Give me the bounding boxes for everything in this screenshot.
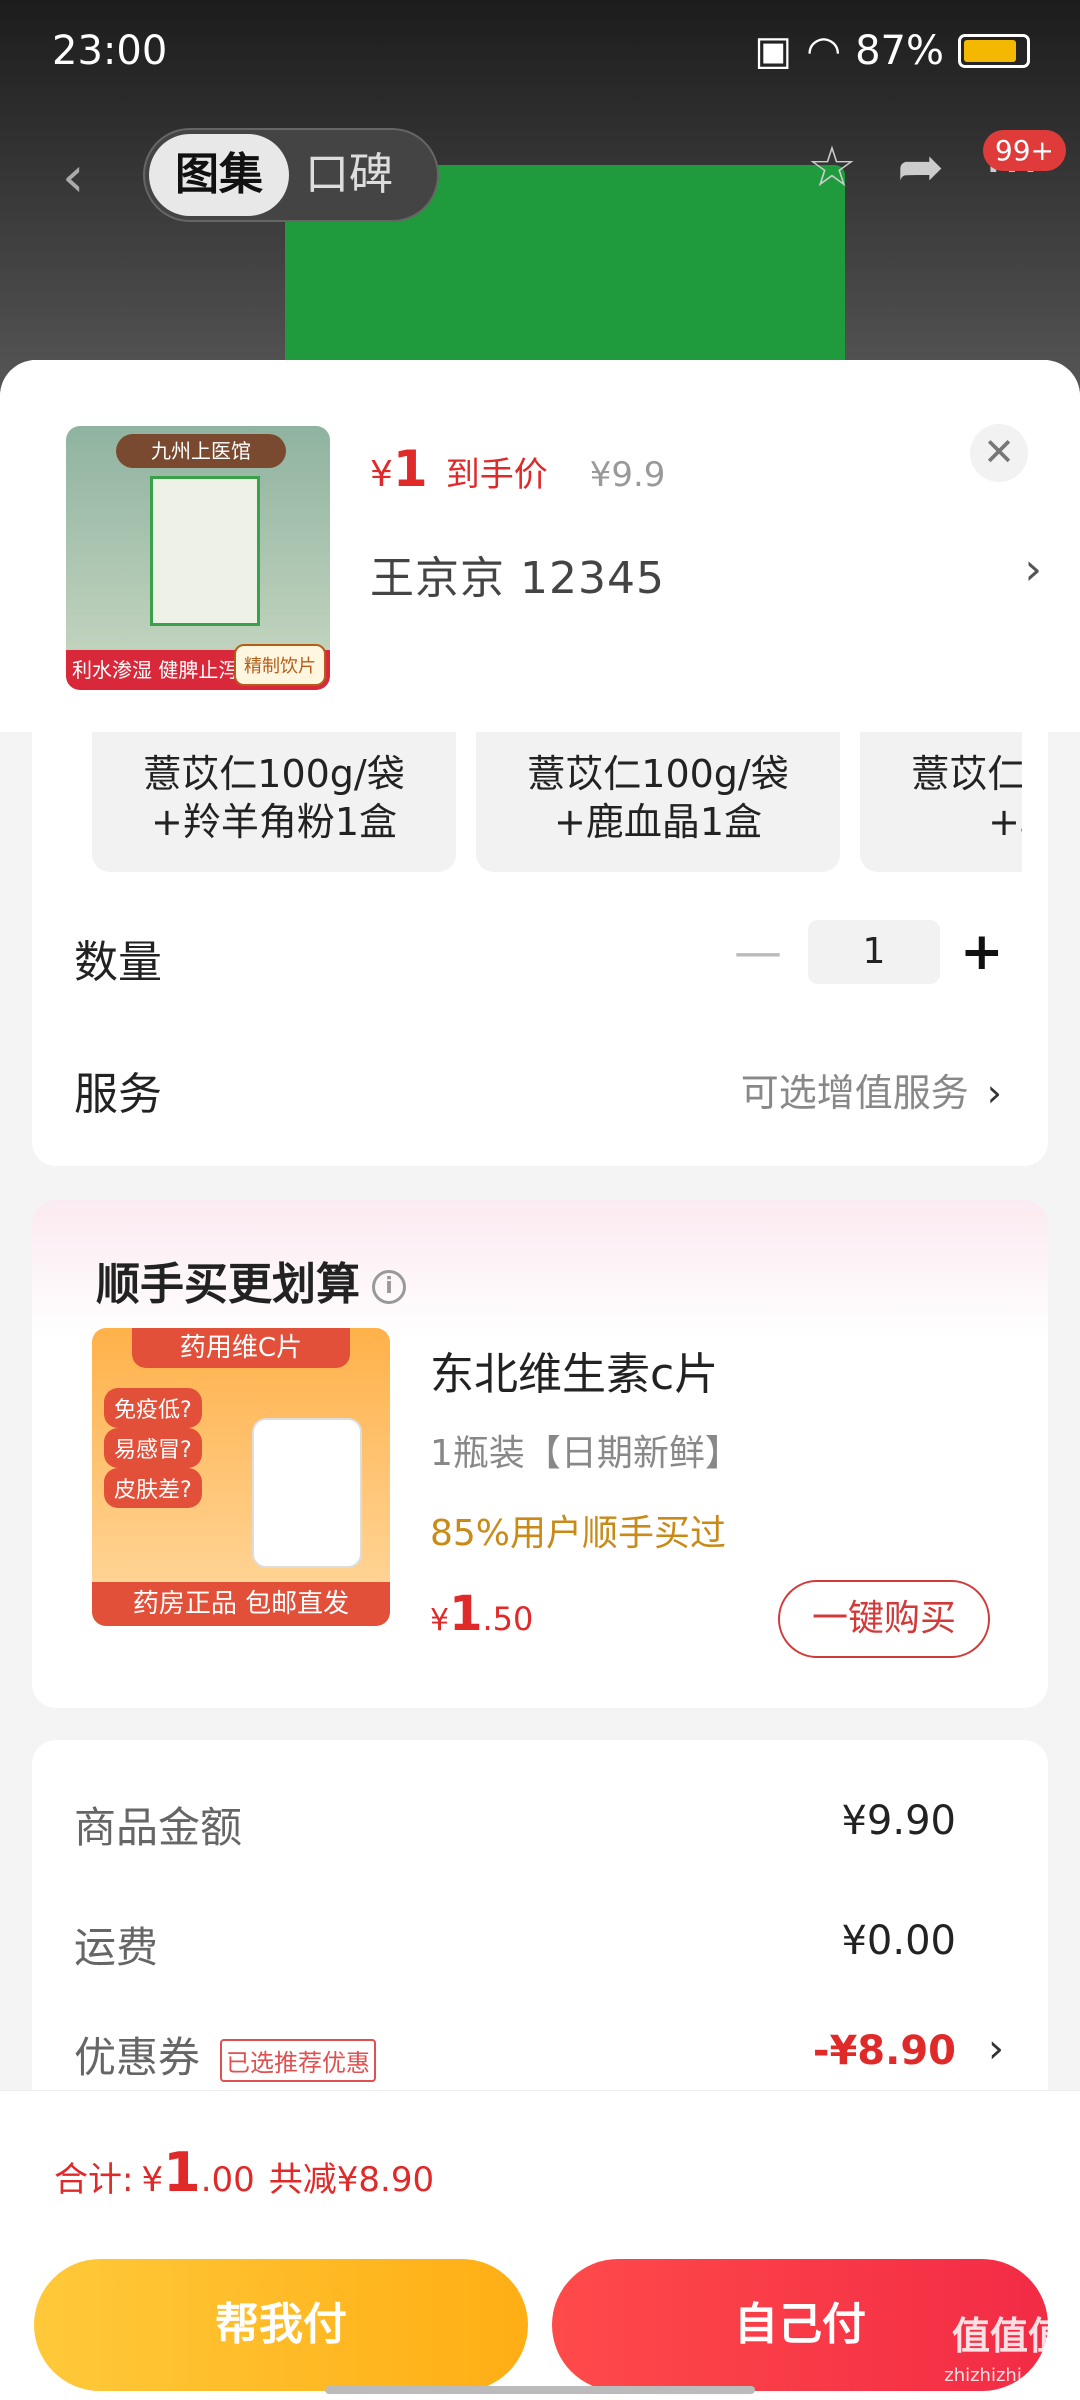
- watermark-sub: zhizhizhi.com: [944, 2365, 1066, 2386]
- total-currency: ¥: [141, 2160, 164, 2200]
- service-hint: 可选增值服务: [740, 1071, 969, 1115]
- option-label: 薏苡仁100g/袋 +鹿血晶1盒: [527, 752, 789, 844]
- watermark: 值值值 zhizhizhi.com: [944, 2316, 1066, 2396]
- quantity-stepper: — 1 +: [728, 920, 1004, 984]
- quantity-value[interactable]: 1: [808, 920, 940, 984]
- tab-gallery[interactable]: 图集: [149, 134, 289, 216]
- coupon-discount-value[interactable]: -¥8.90: [813, 2028, 956, 2074]
- upsell-price-dec: .50: [482, 1600, 534, 1638]
- goods-amount-label: 商品金额: [74, 1803, 243, 1852]
- upsell-product-name[interactable]: 东北维生素c片: [430, 1338, 718, 1402]
- star-icon[interactable]: ☆: [807, 135, 857, 200]
- final-price: 1: [392, 440, 428, 498]
- shipping-value: ¥0.00: [841, 1918, 956, 1964]
- goods-amount-value: ¥9.90: [841, 1798, 956, 1844]
- shipping-label: 运费: [74, 1923, 159, 1972]
- total-saved: 共减¥8.90: [268, 2160, 435, 2200]
- close-icon[interactable]: ✕: [970, 424, 1028, 482]
- price-summary-card: 商品金额 ¥9.90 运费 ¥0.00 优惠券 已选推荐优惠 -¥8.90 ›: [32, 1740, 1048, 2140]
- option-item[interactable]: 薏苡仁100g/袋 +羚羊角粉1盒: [92, 732, 456, 872]
- upsell-product-image[interactable]: 药用维C片 免疫低? 易感冒? 皮肤差? 药房正品 包邮直发: [92, 1328, 390, 1626]
- battery-icon: [958, 34, 1030, 68]
- total-label: 合计:: [54, 2160, 134, 2200]
- minus-icon[interactable]: —: [728, 924, 788, 980]
- thumb-tag: 精制饮片: [234, 644, 326, 686]
- vitamin-bottle-image: [252, 1418, 362, 1568]
- service-selector[interactable]: 可选增值服务 ›: [741, 1062, 1002, 1117]
- option-list: 薏苡仁100g/袋 +羚羊角粉1盒 薏苡仁100g/袋 +鹿血晶1盒 薏苡仁10…: [92, 732, 1022, 872]
- info-icon[interactable]: i: [372, 1270, 406, 1304]
- price-currency: ¥: [370, 454, 393, 495]
- option-item[interactable]: 薏苡仁100g/袋 +鹿血晶1盒: [476, 732, 840, 872]
- coupon-label[interactable]: 优惠券 已选推荐优惠: [74, 2024, 377, 2085]
- tab-reviews[interactable]: 口碑: [305, 134, 393, 216]
- total-int: 1: [163, 2141, 201, 2204]
- upsell-price-int: 1: [449, 1586, 483, 1642]
- option-item[interactable]: 薏苡仁100g/袋 +菲牛: [860, 732, 1022, 872]
- watermark-main: 值值值: [951, 2314, 1066, 2358]
- upsell-bought-rate: 85%用户顺手买过: [430, 1513, 727, 1554]
- total-block: 合计: ¥ 1 .00 共减¥8.90: [54, 2141, 434, 2204]
- sheet-header: 九州上医馆 利水渗湿 健脾止泻 精制饮片 ¥ 1 到手价 ¥9.9 ✕ 王京京 …: [0, 360, 1080, 732]
- wifi-icon: ◠: [806, 28, 842, 74]
- help-pay-button[interactable]: 帮我付: [34, 2259, 528, 2391]
- home-indicator[interactable]: [325, 2386, 755, 2394]
- price-label: 到手价: [445, 455, 548, 495]
- upsell-img-header: 药用维C片: [132, 1328, 350, 1368]
- upsell-title: 顺手买更划算 i: [96, 1248, 406, 1312]
- upsell-card: 顺手买更划算 i 药用维C片 免疫低? 易感冒? 皮肤差? 药房正品 包邮直发 东…: [32, 1200, 1048, 1708]
- upsell-img-check: 免疫低?: [104, 1388, 202, 1428]
- gallery-tabs: 图集 口碑: [143, 128, 439, 222]
- battery-percent: 87%: [855, 28, 944, 74]
- plus-icon[interactable]: +: [960, 922, 1004, 982]
- share-icon[interactable]: ➦: [897, 135, 944, 200]
- chevron-right-icon[interactable]: ›: [988, 2026, 1004, 2072]
- thumb-bag-image: [150, 476, 260, 626]
- service-label: 服务: [74, 1069, 162, 1120]
- chevron-right-icon[interactable]: ›: [1024, 544, 1042, 595]
- options-card: 薏苡仁100g/袋 +羚羊角粉1盒 薏苡仁100g/袋 +鹿血晶1盒 薏苡仁10…: [32, 732, 1048, 1166]
- top-navigation: ‹ 图集 口碑 ☆ ➦ ⋯ 99+: [0, 120, 1080, 230]
- purchase-sheet: 九州上医馆 利水渗湿 健脾止泻 精制饮片 ¥ 1 到手价 ¥9.9 ✕ 王京京 …: [0, 360, 1080, 2400]
- thumb-brand: 九州上医馆: [116, 434, 286, 468]
- original-price: ¥9.9: [589, 455, 666, 495]
- quantity-label: 数量: [74, 937, 162, 988]
- coupon-recommended-tag: 已选推荐优惠: [220, 2039, 377, 2082]
- upsell-title-text: 顺手买更划算: [96, 1259, 360, 1310]
- checkout-footer: 合计: ¥ 1 .00 共减¥8.90 帮我付 自己付: [0, 2090, 1080, 2400]
- upsell-img-check: 皮肤差?: [104, 1468, 202, 1508]
- option-label: 薏苡仁100g/袋 +菲牛: [911, 752, 1022, 844]
- address-text[interactable]: 王京京 12345: [370, 542, 665, 606]
- upsell-price: ¥ 1 .50: [430, 1586, 533, 1642]
- one-click-buy-button[interactable]: 一键购买: [778, 1580, 990, 1658]
- back-arrow-icon[interactable]: ‹: [62, 145, 84, 210]
- total-dec: .00: [200, 2160, 255, 2200]
- option-label: 薏苡仁100g/袋 +羚羊角粉1盒: [143, 752, 405, 844]
- upsell-product-spec: 1瓶装【日期新鲜】: [430, 1433, 741, 1474]
- status-time: 23:00: [52, 28, 168, 74]
- sim-icon: ▣: [754, 28, 793, 74]
- status-bar: 23:00 ▣ ◠ 87%: [0, 0, 1080, 100]
- chevron-right-icon: ›: [986, 1071, 1002, 1115]
- message-badge: 99+: [982, 130, 1066, 171]
- coupon-label-text: 优惠券: [74, 2033, 201, 2082]
- upsell-img-footer: 药房正品 包邮直发: [92, 1582, 390, 1626]
- upsell-currency: ¥: [430, 1603, 450, 1638]
- upsell-img-check: 易感冒?: [104, 1428, 202, 1468]
- price-block: ¥ 1 到手价 ¥9.9: [370, 440, 665, 498]
- product-thumbnail[interactable]: 九州上医馆 利水渗湿 健脾止泻 精制饮片: [66, 426, 330, 690]
